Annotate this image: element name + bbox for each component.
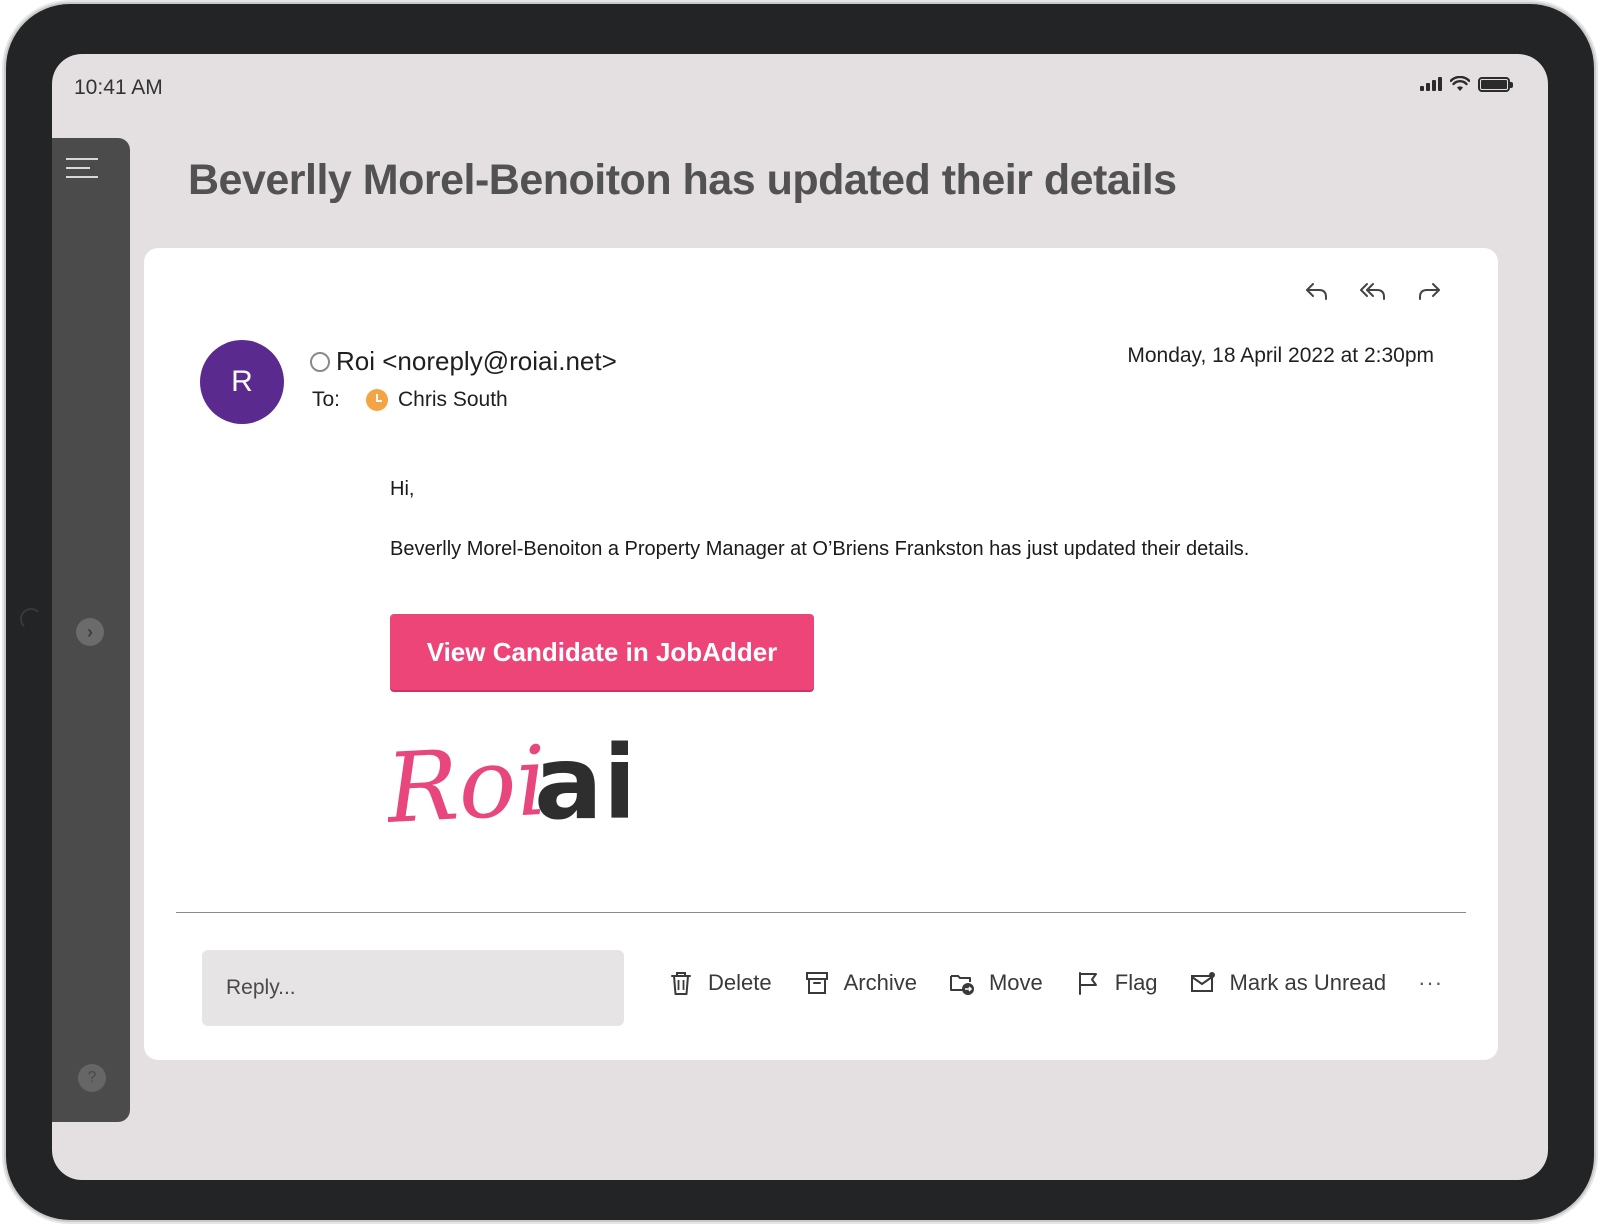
delete-button[interactable]: Delete	[668, 970, 772, 996]
status-time: 10:41 AM	[74, 76, 163, 99]
forward-icon[interactable]	[1414, 276, 1444, 306]
screen: 10:41 AM › ? Beverlly Morel-Benoiton has…	[52, 54, 1548, 1180]
action-toolbar: Delete Archive Move Flag Mark as Unread …	[668, 970, 1443, 996]
camera-dot	[20, 608, 42, 630]
wifi-icon	[1450, 76, 1470, 91]
sidebar: › ?	[52, 138, 130, 1122]
flag-button[interactable]: Flag	[1075, 970, 1158, 996]
email-card: R Roi <noreply@roiai.net> To: Chris Sout…	[144, 248, 1498, 1060]
recipient-row: To: Chris South	[312, 388, 508, 412]
recipient-name[interactable]: Chris South	[398, 388, 508, 412]
message-actions	[1302, 276, 1444, 306]
flag-label: Flag	[1114, 970, 1158, 995]
svg-text:Roi: Roi	[388, 725, 550, 836]
email-subject: Beverlly Morel-Benoiton has updated thei…	[188, 156, 1177, 204]
sender-avatar: R	[200, 340, 284, 424]
status-icons	[1420, 76, 1513, 92]
trash-icon	[671, 972, 691, 995]
flag-icon	[1078, 972, 1097, 995]
archive-label: Archive	[843, 970, 917, 995]
to-label: To:	[312, 388, 341, 411]
email-date: Monday, 18 April 2022 at 2:30pm	[1127, 344, 1434, 367]
mark-unread-label: Mark as Unread	[1229, 970, 1387, 995]
move-label: Move	[988, 970, 1043, 995]
archive-button[interactable]: Archive	[804, 970, 917, 996]
reply-icon[interactable]	[1302, 276, 1332, 306]
help-icon[interactable]: ?	[78, 1064, 106, 1092]
reply-input[interactable]	[202, 950, 624, 1026]
email-greeting: Hi,	[390, 478, 415, 500]
svg-text:ai: ai	[534, 724, 628, 836]
signal-icon	[1420, 77, 1442, 91]
delete-label: Delete	[708, 970, 772, 995]
presence-status-icon	[310, 351, 330, 372]
folder-move-icon	[949, 975, 974, 995]
more-options-icon[interactable]: ···	[1418, 970, 1443, 996]
menu-icon[interactable]	[66, 158, 98, 178]
clock-icon	[366, 389, 389, 411]
divider	[176, 912, 1466, 913]
roiai-logo: Roi ai	[388, 724, 628, 836]
sender-name[interactable]: Roi <noreply@roiai.net>	[336, 346, 617, 377]
mark-unread-button[interactable]: Mark as Unread	[1190, 970, 1387, 996]
reply-all-icon[interactable]	[1358, 276, 1388, 306]
chevron-right-icon[interactable]: ›	[76, 618, 104, 646]
envelope-icon	[1190, 972, 1215, 992]
battery-icon	[1478, 76, 1513, 92]
archive-icon	[805, 972, 828, 994]
view-candidate-button[interactable]: View Candidate in JobAdder	[390, 614, 814, 690]
move-button[interactable]: Move	[949, 970, 1043, 996]
email-paragraph: Beverlly Morel-Benoiton a Property Manag…	[390, 538, 1250, 560]
tablet-frame: 10:41 AM › ? Beverlly Morel-Benoiton has…	[6, 4, 1594, 1220]
sender-row: Roi <noreply@roiai.net>	[310, 346, 617, 377]
